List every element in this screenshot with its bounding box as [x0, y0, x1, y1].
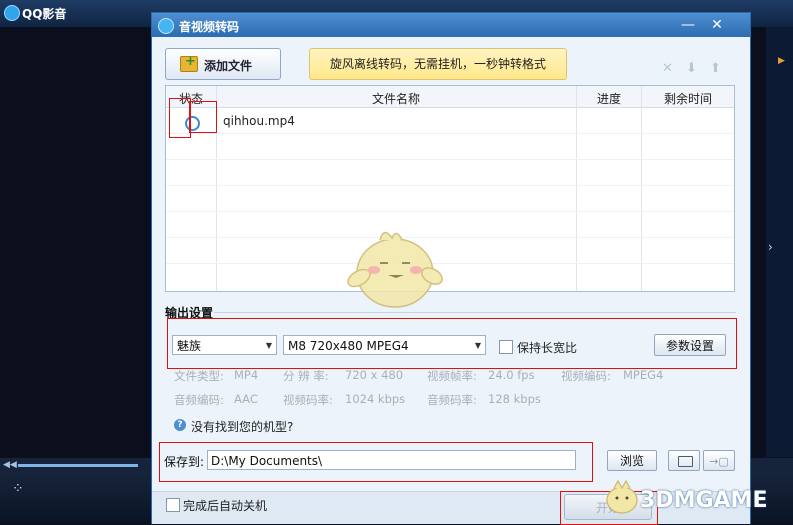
chevron-down-icon: ▼: [265, 341, 272, 350]
column-divider: [576, 86, 577, 291]
save-path-input[interactable]: D:\My Documents\: [207, 450, 576, 470]
footprint-icon[interactable]: ⁘: [12, 481, 24, 497]
offline-transcode-promo-button[interactable]: 旋风离线转码，无需挂机，一秒钟转格式: [309, 48, 567, 80]
browse-button[interactable]: 浏览: [607, 450, 657, 471]
add-file-button[interactable]: 添加文件: [165, 48, 281, 80]
add-file-label: 添加文件: [204, 59, 253, 73]
dialog-title-bar[interactable]: 音视频转码 — ✕: [152, 13, 750, 37]
player-title: QQ影音: [22, 7, 67, 21]
device-not-found-link[interactable]: 没有找到您的机型?: [191, 418, 293, 435]
row-divider: [166, 133, 734, 134]
file-list-header: 状态 文件名称 进度 剩余时间: [166, 86, 734, 108]
open-folder-button[interactable]: [668, 450, 700, 471]
column-header-filename[interactable]: 文件名称: [216, 90, 576, 107]
row-divider: [166, 159, 734, 160]
resolution-label: 分 辨 率:: [283, 369, 329, 383]
minimize-icon[interactable]: —: [678, 16, 698, 34]
transcode-dialog: 音视频转码 — ✕ 添加文件 旋风离线转码，无需挂机，一秒钟转格式 ✕ ⬇ ⬆ …: [151, 12, 751, 525]
column-header-remaining[interactable]: 剩余时间: [642, 90, 734, 107]
annotation-box: [189, 101, 217, 133]
resolution-value: 720 x 480: [345, 368, 404, 382]
export-icon[interactable]: →▢: [703, 450, 735, 471]
question-icon: ?: [174, 419, 186, 431]
frame-rate-label: 视频帧率:: [427, 369, 477, 383]
play-indicator-icon: ▶: [778, 56, 785, 66]
file-type-label: 文件类型:: [174, 369, 224, 383]
annotation-box: [169, 98, 191, 138]
model-select-value: M8 720x480 MPEG4: [288, 339, 409, 353]
row-divider: [166, 185, 734, 186]
column-divider: [641, 86, 642, 291]
delete-icon[interactable]: ✕: [662, 61, 673, 76]
column-header-progress[interactable]: 进度: [577, 90, 641, 107]
auto-shutdown-label[interactable]: 完成后自动关机: [183, 497, 267, 514]
section-divider: [214, 312, 736, 313]
table-row-filename[interactable]: qihhou.mp4: [223, 114, 295, 128]
file-type-value: MP4: [234, 368, 259, 382]
row-divider: [166, 263, 734, 264]
add-folder-icon: [180, 54, 198, 72]
audio-codec-label: 音频编码:: [174, 393, 224, 407]
row-divider: [166, 237, 734, 238]
player-progress-fill: [18, 464, 138, 467]
video-codec-label: 视频编码:: [561, 369, 611, 383]
parameter-settings-button[interactable]: 参数设置: [654, 334, 726, 356]
save-to-label: 保存到:: [164, 455, 205, 469]
file-list-table: 状态 文件名称 进度 剩余时间 qihhou.mp4: [165, 85, 735, 292]
auto-shutdown-checkbox[interactable]: [166, 498, 180, 512]
model-select[interactable]: M8 720x480 MPEG4 ▼: [283, 335, 486, 355]
audio-codec-value: AAC: [234, 392, 258, 406]
audio-bitrate-label: 音频码率:: [427, 393, 477, 407]
dialog-title: 音视频转码: [179, 20, 240, 34]
keep-aspect-ratio-label[interactable]: 保持长宽比: [517, 339, 577, 356]
chevron-down-icon: ▼: [474, 341, 481, 350]
move-down-icon[interactable]: ⬇: [686, 61, 697, 76]
rewind-icon[interactable]: ◀◀: [3, 460, 17, 470]
brand-select[interactable]: 魅族 ▼: [172, 335, 277, 355]
folder-icon: [678, 456, 693, 467]
video-bitrate-label: 视频码率:: [283, 393, 333, 407]
audio-bitrate-value: 128 kbps: [488, 392, 541, 406]
frame-rate-value: 24.0 fps: [488, 368, 535, 382]
expand-panel-arrow-icon[interactable]: ›: [768, 240, 778, 260]
mascot-illustration: [347, 231, 443, 308]
move-up-icon[interactable]: ⬆: [710, 61, 721, 76]
dialog-logo-icon: [158, 18, 174, 34]
watermark-logo-icon: [606, 479, 638, 514]
close-icon[interactable]: ✕: [704, 16, 730, 34]
brand-select-value: 魅族: [177, 339, 202, 353]
qq-player-logo-icon: [4, 5, 20, 21]
row-divider: [166, 211, 734, 212]
watermark-text: 3DMGAME: [640, 488, 768, 513]
video-bitrate-value: 1024 kbps: [345, 392, 406, 406]
keep-aspect-ratio-checkbox[interactable]: [499, 340, 513, 354]
video-codec-value: MPEG4: [623, 368, 664, 382]
